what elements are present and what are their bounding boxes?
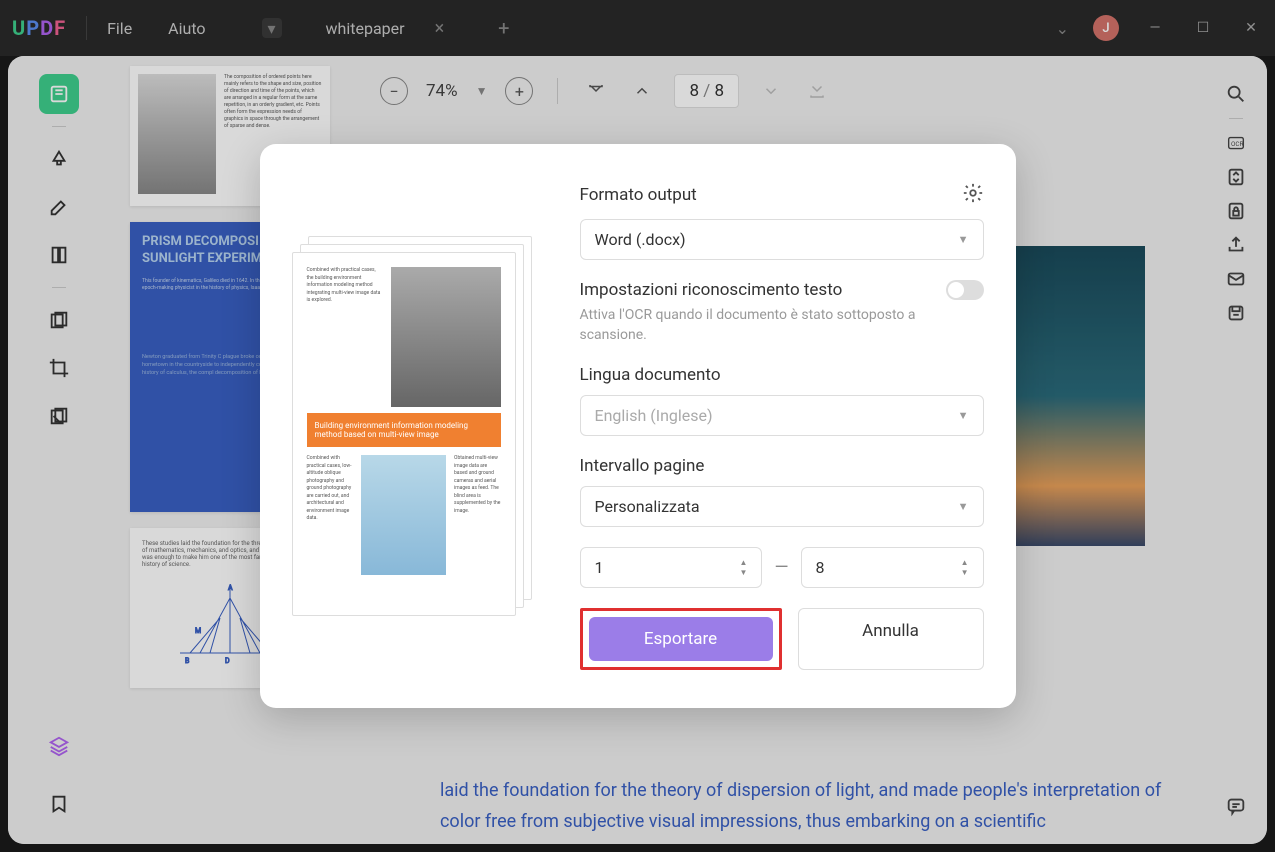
step-up-icon[interactable]: ▲ bbox=[961, 558, 969, 567]
export-form: Formato output Word (.docx) ▼ Impostazio… bbox=[580, 182, 984, 670]
gear-icon[interactable] bbox=[962, 182, 984, 209]
format-label: Formato output bbox=[580, 185, 697, 205]
step-down-icon[interactable]: ▼ bbox=[961, 568, 969, 577]
language-select[interactable]: English (Inglese) ▼ bbox=[580, 395, 984, 436]
page-range-select[interactable]: Personalizzata ▼ bbox=[580, 486, 984, 527]
ocr-description: Attiva l'OCR quando il documento è stato… bbox=[580, 306, 930, 345]
range-dash: — bbox=[774, 557, 788, 578]
preview-banner: Building environment information modelin… bbox=[307, 413, 501, 447]
modal-overlay: Combined with practical cases, the build… bbox=[0, 0, 1275, 852]
range-label: Intervallo pagine bbox=[580, 456, 705, 476]
language-label: Lingua documento bbox=[580, 365, 721, 385]
export-highlight: Esportare bbox=[580, 608, 782, 670]
format-select[interactable]: Word (.docx) ▼ bbox=[580, 219, 984, 260]
chevron-down-icon: ▼ bbox=[958, 409, 969, 422]
export-preview: Combined with practical cases, the build… bbox=[292, 182, 552, 670]
chevron-down-icon: ▼ bbox=[958, 500, 969, 513]
range-to-input[interactable]: 8 ▲▼ bbox=[801, 547, 984, 588]
cancel-button[interactable]: Annulla bbox=[798, 608, 984, 670]
range-from-input[interactable]: 1 ▲▼ bbox=[580, 547, 763, 588]
chevron-down-icon: ▼ bbox=[958, 233, 969, 246]
ocr-label: Impostazioni riconoscimento testo bbox=[580, 280, 930, 300]
step-up-icon[interactable]: ▲ bbox=[740, 558, 748, 567]
step-down-icon[interactable]: ▼ bbox=[740, 568, 748, 577]
export-button[interactable]: Esportare bbox=[589, 617, 773, 661]
export-dialog: Combined with practical cases, the build… bbox=[260, 144, 1016, 708]
ocr-toggle[interactable] bbox=[946, 280, 984, 300]
